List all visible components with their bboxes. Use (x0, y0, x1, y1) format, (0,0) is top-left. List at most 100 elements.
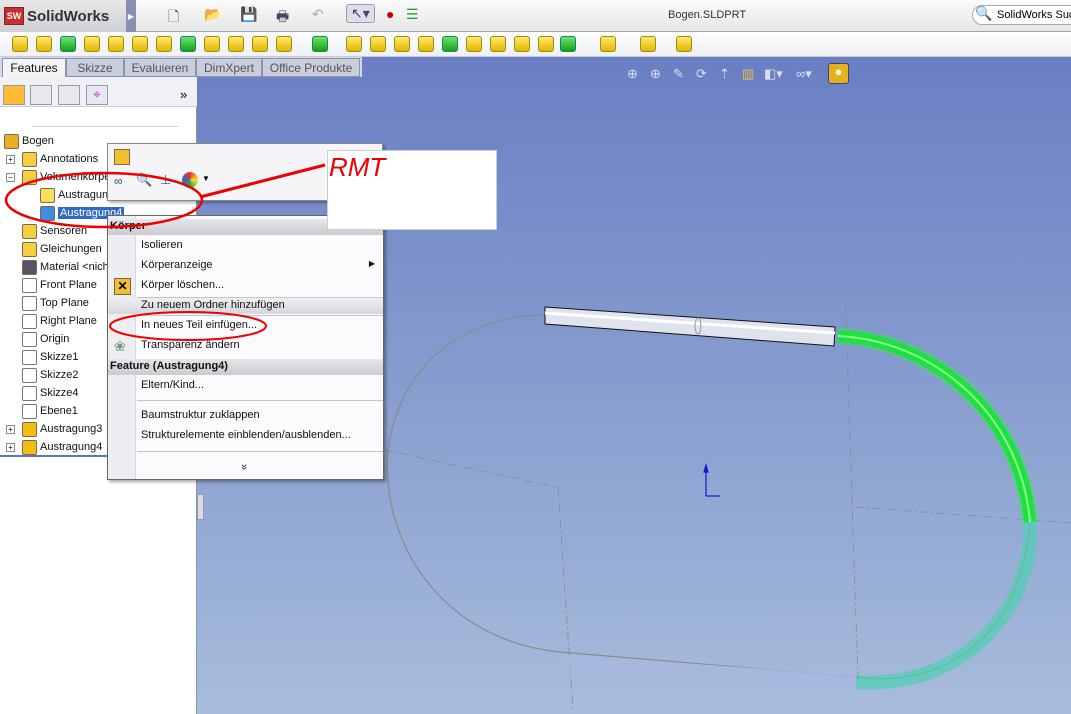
zoom-to-fit-icon[interactable]: ⊕ (627, 66, 638, 82)
tab-skizze[interactable]: Skizze (66, 58, 124, 77)
tree-item-label: Volumenkörper (40, 171, 114, 183)
submenu-arrow-icon: ▶ (368, 259, 375, 268)
select-icon[interactable]: ↖▾ (346, 4, 375, 23)
menu-expand-arrow-icon[interactable]: ▶ (126, 0, 136, 32)
previous-view-icon[interactable]: ✎ (673, 66, 684, 82)
feature-tool-icon[interactable] (514, 36, 530, 52)
feature-tool-icon[interactable] (490, 36, 506, 52)
feature-tool-icon[interactable] (108, 36, 124, 52)
rotate-icon[interactable]: ⟳ (696, 66, 707, 82)
feature-tool-icon[interactable] (276, 36, 292, 52)
feature-tool-icon[interactable] (36, 36, 52, 52)
solidworks-menu-button[interactable]: SW SolidWorks (0, 0, 130, 32)
new-file-icon[interactable]: 🗋 (168, 6, 179, 30)
sketch-icon (22, 386, 37, 401)
expand-toggle[interactable]: − (6, 173, 15, 182)
menu-item-transparenz[interactable]: Transparenz ändern (141, 337, 381, 355)
feature-tool-icon[interactable] (676, 36, 692, 52)
tree-item-label: Right Plane (40, 315, 97, 327)
solid-bodies-folder-icon (22, 170, 37, 185)
tab-dimxpert[interactable]: DimXpert (196, 58, 262, 77)
context-menu: Körper Isolieren Körperanzeige ▶ ✕ Körper… (107, 215, 384, 480)
transparency-icon: ❀ (114, 338, 126, 354)
print-icon[interactable]: 🖶 (276, 6, 289, 30)
sketch-icon (22, 368, 37, 383)
rebuild-icon[interactable]: ● (386, 6, 394, 22)
feature-tool-icon[interactable] (600, 36, 616, 52)
property-manager-tab-icon[interactable] (30, 85, 52, 105)
feature-tool-icon[interactable] (370, 36, 386, 52)
open-file-icon[interactable]: 📂 (204, 6, 221, 23)
search-icon: 🔍 (975, 5, 993, 21)
feature-tool-icon[interactable] (442, 36, 458, 52)
tab-office-produkte[interactable]: Office Produkte (262, 58, 360, 77)
menu-item-koerperanzeige[interactable]: Körperanzeige ▶ (141, 257, 381, 275)
dropdown-arrow-icon[interactable]: ▼ (202, 174, 210, 183)
dimxpert-manager-tab-icon[interactable]: ⌖ (86, 85, 108, 105)
sensors-icon (22, 224, 37, 239)
expand-toggle[interactable]: + (6, 425, 15, 434)
zoom-area-icon[interactable]: ⊕ (650, 66, 661, 82)
view-orientation-icon[interactable]: ▥ (742, 66, 754, 82)
expand-panel-button[interactable]: » (180, 87, 187, 102)
menu-item-baumstruktur-zuklappen[interactable]: Baumstruktur zuklappen (141, 407, 381, 425)
feature-tool-icon[interactable] (132, 36, 148, 52)
feature-tool-icon[interactable] (156, 36, 172, 52)
feature-tool-icon[interactable] (228, 36, 244, 52)
menu-item-eltern-kind[interactable]: Eltern/Kind... (141, 377, 381, 395)
feature-tool-icon[interactable] (560, 36, 576, 52)
save-icon[interactable]: 💾 (240, 6, 257, 23)
display-style-icon[interactable]: ◧▾ (764, 66, 783, 82)
feature-tool-icon[interactable] (312, 36, 328, 52)
feature-tool-icon[interactable] (180, 36, 196, 52)
configuration-manager-tab-icon[interactable] (58, 85, 80, 105)
sweep-icon (22, 440, 37, 455)
zoom-to-selection-icon[interactable]: 🔍 (136, 172, 152, 188)
panel-tabs: ⌖ » (0, 77, 197, 107)
expand-toggle[interactable]: + (6, 155, 15, 164)
feature-tool-icon[interactable] (466, 36, 482, 52)
menu-item-koerper-loeschen[interactable]: Körper löschen... (141, 277, 381, 295)
tree-filter[interactable] (32, 113, 178, 127)
hide-show-icon[interactable]: ∞ (114, 174, 123, 188)
plane-icon (22, 278, 37, 293)
material-icon (22, 260, 37, 275)
expand-menu-icon[interactable]: » (234, 464, 252, 474)
features-toolbar (0, 32, 1071, 57)
feature-tool-icon[interactable] (204, 36, 220, 52)
feature-tool-icon[interactable] (418, 36, 434, 52)
normal-to-icon[interactable]: ⊥ (160, 172, 171, 188)
feature-tool-icon[interactable] (252, 36, 268, 52)
feature-tool-icon[interactable] (640, 36, 656, 52)
tree-item-label: Gleichungen (40, 243, 102, 255)
sweep-icon (22, 422, 37, 437)
hide-show-items-icon[interactable]: ∞▾ (796, 66, 812, 82)
appearance-icon[interactable] (182, 172, 198, 188)
feature-tool-icon[interactable] (84, 36, 100, 52)
appearance-icon[interactable]: ● (828, 63, 849, 84)
feature-tool-icon[interactable] (394, 36, 410, 52)
menu-item-zu-neuem-ordner[interactable]: Zu neuem Ordner hinzufügen (141, 297, 381, 315)
menu-item-strukturelemente[interactable]: Strukturelemente einblenden/ausblenden..… (141, 427, 381, 445)
insert-part-icon[interactable] (114, 149, 130, 165)
section-view-icon[interactable]: ⇡ (719, 66, 730, 82)
feature-tool-icon[interactable] (12, 36, 28, 52)
expand-toggle[interactable]: + (6, 443, 15, 452)
feature-tool-icon[interactable] (538, 36, 554, 52)
panel-splitter[interactable] (197, 494, 204, 520)
menu-item-isolieren[interactable]: Isolieren (141, 237, 381, 255)
undo-icon[interactable]: ↶ (312, 6, 324, 23)
feature-tool-icon[interactable] (60, 36, 76, 52)
options-icon[interactable]: ☰ (406, 6, 419, 23)
equations-icon (22, 242, 37, 257)
document-title: Bogen.SLDPRT (668, 9, 747, 21)
plane-icon (22, 404, 37, 419)
tab-features[interactable]: Features (2, 58, 66, 77)
solid-body-icon (40, 188, 55, 203)
annotation-label: RMT (329, 152, 386, 182)
tab-evaluieren[interactable]: Evaluieren (124, 58, 196, 77)
feature-manager-tab-icon[interactable] (3, 85, 25, 105)
feature-tool-icon[interactable] (346, 36, 362, 52)
menu-item-in-neues-teil-einfuegen[interactable]: In neues Teil einfügen... (141, 317, 381, 335)
solidworks-logo: SW (4, 7, 24, 25)
